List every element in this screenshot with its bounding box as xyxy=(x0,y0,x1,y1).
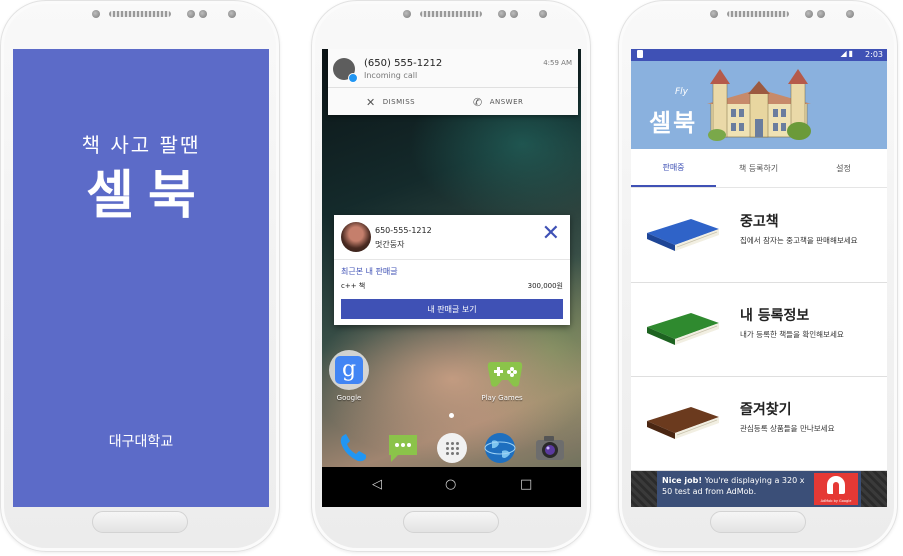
front-camera-icon xyxy=(403,10,411,18)
caller-avatar xyxy=(333,58,358,83)
hardware-home-button[interactable] xyxy=(92,511,188,533)
caller-book-popup: 650-555-1212 멋간둥자 ✕ 최근본 내 판매글 c++ 책 300,… xyxy=(334,215,570,325)
tab-bar: 판매중 책 등록하기 설정 xyxy=(631,149,887,187)
front-camera-icon xyxy=(846,10,854,18)
menu-title: 중고책 xyxy=(740,214,779,230)
call-status: Incoming call xyxy=(364,71,418,80)
front-camera-icon xyxy=(228,10,236,18)
tab-on-sale[interactable]: 판매중 xyxy=(631,149,716,187)
popup-phone-number: 650-555-1212 xyxy=(375,226,432,235)
header-bird-deco: Fly xyxy=(675,87,689,97)
phone-badge-icon xyxy=(348,73,358,83)
speaker-grille xyxy=(109,11,171,17)
caller-profile-photo xyxy=(341,222,371,252)
back-icon[interactable]: ◁ xyxy=(372,477,382,492)
play-games-icon[interactable] xyxy=(485,354,525,394)
light-sensor xyxy=(817,10,825,18)
menu-description: 내가 등록한 책들을 확인해보세요 xyxy=(740,330,844,339)
phone-frame-main-app: ◢▮ 2:03 Fly 셀북 판매중 책 등록하기 설정 중고책 집에서 잠자는… xyxy=(618,0,898,552)
menu-title: 내 등록정보 xyxy=(740,308,810,324)
phone-frame-splash: 책 사고 팔땐 셀북 대구대학교 xyxy=(0,0,280,552)
main-app-screen: ◢▮ 2:03 Fly 셀북 판매중 책 등록하기 설정 중고책 집에서 잠자는… xyxy=(631,49,887,507)
status-time: 2:03 xyxy=(865,50,883,59)
signal-battery-icon: ◢▮ xyxy=(840,49,855,58)
popup-divider xyxy=(334,259,570,260)
navigation-bar: ◁ ○ □ xyxy=(322,467,581,507)
launcher-screen: (650) 555-1212 Incoming call 4:59 AM ✕ D… xyxy=(322,49,581,507)
ad-pattern xyxy=(631,471,657,507)
hardware-home-button[interactable] xyxy=(403,511,499,533)
close-popup-icon[interactable]: ✕ xyxy=(542,223,560,245)
light-sensor xyxy=(199,10,207,18)
brown-book-icon xyxy=(647,407,719,439)
front-camera-icon xyxy=(539,10,547,18)
phone-frame-launcher: (650) 555-1212 Incoming call 4:59 AM ✕ D… xyxy=(311,0,591,552)
ad-pattern xyxy=(861,471,887,507)
tab-register-book[interactable]: 책 등록하기 xyxy=(716,149,801,187)
listing-price: 300,000원 xyxy=(527,282,563,290)
caller-number: (650) 555-1212 xyxy=(364,58,443,69)
admob-logo-icon: AdMob by Google xyxy=(814,473,858,505)
admob-caption: AdMob by Google xyxy=(820,499,852,503)
menu-description: 관심등록 상품들을 만나보세요 xyxy=(740,424,835,433)
splash-school: 대구대학교 xyxy=(108,434,174,450)
answer-button[interactable]: ✆ ANSWER xyxy=(473,93,523,111)
recent-apps-icon[interactable]: □ xyxy=(520,477,532,492)
close-icon: ✕ xyxy=(366,95,376,109)
sim-icon xyxy=(637,50,643,58)
recent-listing-label: 최근본 내 판매글 xyxy=(341,267,398,276)
dismiss-label: DISMISS xyxy=(382,98,416,106)
splash-app-name: 셀북 xyxy=(86,166,210,226)
splash-screen: 책 사고 팔땐 셀북 대구대학교 xyxy=(13,49,269,507)
google-g-icon: g xyxy=(335,356,363,384)
phone-icon[interactable] xyxy=(336,431,370,465)
incoming-call-notification[interactable]: (650) 555-1212 Incoming call 4:59 AM ✕ D… xyxy=(328,49,578,115)
menu-description: 집에서 잠자는 중고책을 판매해보세요 xyxy=(740,236,858,245)
phone-icon: ✆ xyxy=(473,95,483,109)
menu-my-registrations[interactable]: 내 등록정보 내가 등록한 책들을 확인해보세요 xyxy=(631,283,887,377)
front-camera-icon xyxy=(92,10,100,18)
front-camera-icon xyxy=(710,10,718,18)
green-book-icon xyxy=(647,313,719,345)
tab-divider xyxy=(631,187,887,188)
speaker-grille xyxy=(727,11,789,17)
status-bar: ◢▮ 2:03 xyxy=(631,49,887,61)
google-folder-label: Google xyxy=(336,394,362,402)
ad-text: Nice job! You're displaying a 320 x 50 t… xyxy=(662,475,817,497)
page-indicator xyxy=(449,413,454,418)
sms-icon[interactable] xyxy=(386,431,420,465)
proximity-sensor xyxy=(187,10,195,18)
hardware-home-button[interactable] xyxy=(710,511,806,533)
browser-icon[interactable] xyxy=(483,431,517,465)
blue-book-icon xyxy=(647,219,719,251)
menu-used-books[interactable]: 중고책 집에서 잠자는 중고책을 판매해보세요 xyxy=(631,189,887,283)
tab-settings[interactable]: 설정 xyxy=(801,149,886,187)
app-drawer-icon[interactable] xyxy=(435,431,469,465)
menu-title: 즐겨찾기 xyxy=(740,402,792,418)
speaker-grille xyxy=(420,11,482,17)
ad-banner[interactable]: Nice job! You're displaying a 320 x 50 t… xyxy=(631,471,887,507)
palace-illustration xyxy=(707,69,811,141)
google-folder-icon[interactable]: g xyxy=(329,350,369,390)
notification-divider xyxy=(328,87,578,88)
menu-favorites[interactable]: 즐겨찾기 관심등록 상품들을 만나보세요 xyxy=(631,377,887,471)
answer-label: ANSWER xyxy=(489,98,524,106)
ad-headline: Nice job! xyxy=(662,476,703,485)
home-icon[interactable]: ○ xyxy=(445,477,456,492)
light-sensor xyxy=(510,10,518,18)
app-title: 셀북 xyxy=(649,109,698,137)
dismiss-button[interactable]: ✕ DISMISS xyxy=(366,93,415,111)
view-my-listing-button[interactable]: 내 판매글 보기 xyxy=(341,299,563,319)
app-drawer-circle xyxy=(437,433,467,463)
ad-body: Nice job! You're displaying a 320 x 50 t… xyxy=(657,471,861,507)
app-header: Fly 셀북 xyxy=(631,61,887,149)
camera-icon[interactable] xyxy=(533,431,567,465)
admob-mark xyxy=(827,476,845,494)
listing-title: c++ 책 xyxy=(341,282,366,290)
call-time: 4:59 AM xyxy=(543,59,572,67)
play-games-label: Play Games xyxy=(481,394,523,402)
popup-nickname: 멋간둥자 xyxy=(375,240,405,249)
proximity-sensor xyxy=(805,10,813,18)
proximity-sensor xyxy=(498,10,506,18)
